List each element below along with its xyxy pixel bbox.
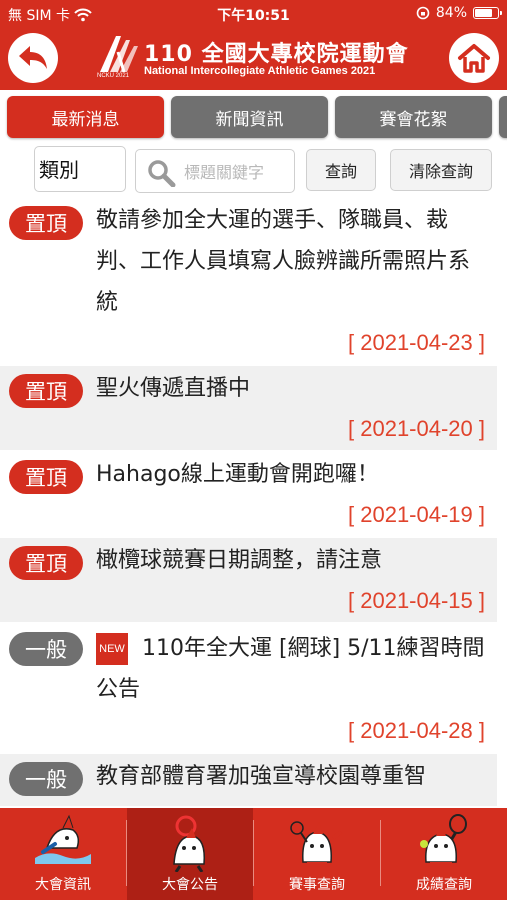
news-item[interactable]: 置頂 聖火傳遞直播中 [ 2021-04-20 ] <box>0 366 497 450</box>
news-title[interactable]: Hahago線上運動會開跑囉！ <box>96 454 491 495</box>
battery-percent: 84% <box>435 5 467 21</box>
back-button[interactable] <box>8 33 58 83</box>
category-select[interactable]: 類別 <box>34 146 126 192</box>
status-bar: 無 SIM 卡 下午10:51 84% <box>0 0 507 26</box>
news-item[interactable]: 置頂 橄欖球競賽日期調整，請注意 [ 2021-04-15 ] <box>0 538 497 622</box>
home-icon <box>458 44 490 73</box>
news-title[interactable]: 敬請參加全大運的選手、隊職員、裁判、工作人員填寫人臉辨識所需照片系統 <box>96 200 491 323</box>
nav-label: 大會資訊 <box>35 877 91 893</box>
logo-subtitle: National Intercollegiate Athletic Games … <box>144 65 376 77</box>
app-header: NCKU 2021 110 全國大專校院運動會 National Interco… <box>0 26 507 90</box>
tab-next-partial[interactable] <box>499 96 507 138</box>
mascot-tennis-icon <box>420 814 467 866</box>
nav-results[interactable]: 成績查詢 <box>381 808 507 900</box>
general-badge: 一般 <box>9 632 83 666</box>
nav-announcements[interactable]: 大會公告 <box>127 808 253 900</box>
search-icon <box>148 160 176 187</box>
news-item[interactable]: 一般 NEW 110年全大運 [網球] 5/11練習時間公告 [ 2021-04-… <box>0 624 497 752</box>
news-date: [ 2021-04-20 ] <box>348 416 485 441</box>
general-badge: 一般 <box>9 762 83 796</box>
home-button[interactable] <box>449 33 499 83</box>
search-button[interactable]: 查詢 <box>306 149 376 191</box>
pinned-badge: 置頂 <box>9 374 83 408</box>
category-tabs: 最新消息 新聞資訊 賽會花絮 <box>0 94 507 140</box>
news-date: [ 2021-04-23 ] <box>348 330 485 355</box>
news-title[interactable]: 教育部體育署加強宣導校園尊重智 <box>96 756 491 797</box>
keyword-input[interactable] <box>182 150 296 194</box>
bottom-nav: 大會資訊 大會公告 賽事查詢 成績查詢 <box>0 808 507 900</box>
news-title[interactable]: 橄欖球競賽日期調整，請注意 <box>96 540 491 581</box>
pinned-badge: 置頂 <box>9 206 83 240</box>
tab-news-info[interactable]: 新聞資訊 <box>171 96 328 138</box>
logo-small-text: NCKU 2021 <box>97 73 130 79</box>
mascot-megaphone-icon <box>173 815 205 872</box>
news-date: [ 2021-04-15 ] <box>348 588 485 613</box>
news-title-text: 110年全大運 [網球] 5/11練習時間公告 <box>96 636 485 702</box>
news-date: [ 2021-04-19 ] <box>348 502 485 527</box>
logo-title: 110 全國大專校院運動會 <box>144 42 409 67</box>
news-item[interactable]: 置頂 敬請參加全大運的選手、隊職員、裁判、工作人員填寫人臉辨識所需照片系統 [ … <box>0 200 497 366</box>
nav-event-search[interactable]: 賽事查詢 <box>254 808 380 900</box>
nav-label: 大會公告 <box>162 877 218 893</box>
orientation-lock-icon <box>416 6 430 20</box>
news-list: 置頂 敬請參加全大運的選手、隊職員、裁判、工作人員填寫人臉辨識所需照片系統 [ … <box>0 200 507 806</box>
nav-label: 賽事查詢 <box>289 877 345 893</box>
tab-event-highlights[interactable]: 賽會花絮 <box>335 96 492 138</box>
pinned-badge: 置頂 <box>9 460 83 494</box>
news-title[interactable]: 聖火傳遞直播中 <box>96 368 491 409</box>
search-box[interactable] <box>135 149 296 194</box>
clear-search-button[interactable]: 清除查詢 <box>390 149 492 191</box>
news-item[interactable]: 置頂 Hahago線上運動會開跑囉！ [ 2021-04-19 ] <box>0 452 497 536</box>
pinned-badge: 置頂 <box>9 546 83 580</box>
news-date: [ 2021-04-28 ] <box>348 718 485 743</box>
games-logo: NCKU 2021 110 全國大專校院運動會 National Interco… <box>94 32 424 84</box>
nav-label: 成績查詢 <box>416 877 472 893</box>
back-arrow-icon <box>19 46 47 69</box>
mascot-swimming-icon <box>35 814 91 864</box>
tab-latest-news[interactable]: 最新消息 <box>7 96 164 138</box>
news-title[interactable]: NEW 110年全大運 [網球] 5/11練習時間公告 <box>96 628 491 710</box>
new-tag-icon: NEW <box>96 633 128 665</box>
mascot-badminton-icon <box>290 821 343 866</box>
filter-bar: 類別 查詢 清除查詢 <box>0 144 507 200</box>
nav-games-info[interactable]: 大會資訊 <box>0 808 126 900</box>
battery-icon <box>473 7 502 19</box>
news-item[interactable]: 一般 教育部體育署加強宣導校園尊重智 <box>0 754 497 806</box>
